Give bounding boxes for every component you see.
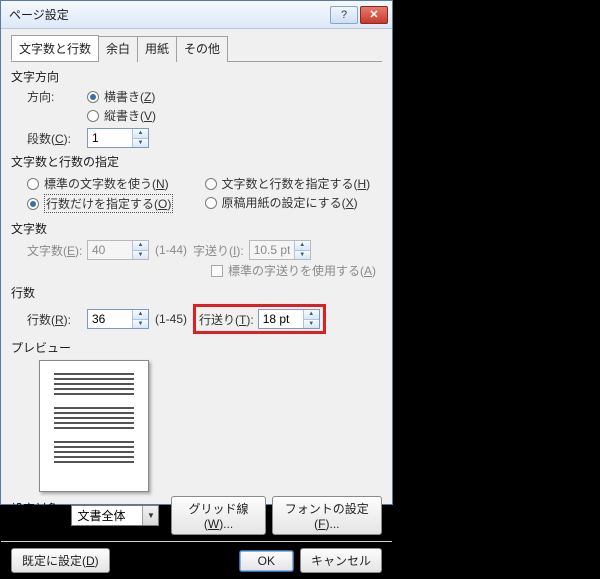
- spin-down-icon: ▼: [133, 139, 148, 148]
- chars-range: (1-44): [155, 243, 187, 257]
- set-default-button[interactable]: 既定に設定(D): [11, 548, 110, 573]
- section-preview: プレビュー: [11, 339, 382, 356]
- char-pitch-label: 字送り(I):: [193, 242, 244, 259]
- line-pitch-label: 行送り(T):: [199, 311, 254, 328]
- lines-label: 行数(R):: [27, 311, 87, 328]
- tab-bar: 文字数と行数 余白 用紙 その他: [11, 35, 382, 62]
- radio-chars-lines-label: 文字数と行数を指定する(H): [222, 175, 371, 192]
- cancel-button[interactable]: キャンセル: [300, 548, 382, 573]
- radio-standard-label: 標準の文字数を使う(N): [44, 175, 169, 192]
- chars-input: [88, 241, 132, 259]
- chars-label: 文字数(E):: [27, 242, 87, 259]
- apply-to-value[interactable]: [72, 509, 142, 523]
- direction-label: 方向:: [27, 88, 87, 105]
- check-standard-pitch: [211, 265, 223, 277]
- section-spec: 文字数と行数の指定: [11, 153, 382, 170]
- line-pitch-highlight: 行送り(T): ▲▼: [193, 304, 326, 334]
- radio-genko[interactable]: [205, 197, 217, 209]
- tab-paper[interactable]: 用紙: [137, 36, 177, 62]
- check-standard-pitch-label: 標準の字送りを使用する(A): [228, 262, 376, 279]
- section-direction: 文字方向: [11, 68, 382, 85]
- page-setup-dialog: ページ設定 ? ✕ 文字数と行数 余白 用紙 その他 文字方向 方向: 横書き(…: [0, 0, 393, 505]
- dialog-title: ページ設定: [9, 6, 328, 23]
- lines-input[interactable]: [88, 310, 132, 328]
- radio-lines-only[interactable]: [27, 198, 39, 210]
- radio-horizontal[interactable]: [87, 91, 99, 103]
- radio-horizontal-label: 横書き(Z): [104, 88, 155, 105]
- columns-spinner[interactable]: ▲▼: [87, 128, 149, 148]
- char-pitch-input: [250, 241, 294, 259]
- radio-genko-label: 原稿用紙の設定にする(X): [222, 194, 358, 211]
- columns-label: 段数(C):: [27, 130, 87, 147]
- radio-chars-lines[interactable]: [205, 178, 217, 190]
- radio-vertical-label: 縦書き(V): [104, 107, 156, 124]
- ok-button[interactable]: OK: [239, 550, 294, 572]
- dropdown-icon[interactable]: ▼: [142, 506, 158, 525]
- apply-to-label: 設定対象(Y):: [11, 500, 65, 531]
- radio-vertical[interactable]: [87, 110, 99, 122]
- radio-lines-only-label: 行数だけを指定する(O): [44, 194, 173, 213]
- apply-to-select[interactable]: ▼: [71, 505, 159, 526]
- spin-up-icon: ▲: [133, 129, 148, 139]
- line-pitch-input[interactable]: [259, 310, 303, 328]
- tab-margins[interactable]: 余白: [98, 36, 138, 62]
- lines-spinner[interactable]: ▲▼: [87, 309, 149, 329]
- title-bar: ページ設定 ? ✕: [1, 1, 392, 29]
- chars-spinner: ▲▼: [87, 240, 149, 260]
- section-lines: 行数: [11, 284, 382, 301]
- tab-other[interactable]: その他: [176, 36, 228, 62]
- close-button[interactable]: ✕: [360, 6, 388, 24]
- columns-input[interactable]: [88, 129, 132, 147]
- lines-range: (1-45): [155, 312, 187, 326]
- grid-lines-button[interactable]: グリッド線(W)...: [171, 496, 265, 535]
- char-pitch-spinner: ▲▼: [249, 240, 311, 260]
- font-settings-button[interactable]: フォントの設定(F)...: [272, 496, 382, 535]
- radio-standard[interactable]: [27, 178, 39, 190]
- tab-chars-lines[interactable]: 文字数と行数: [11, 35, 99, 61]
- separator: [1, 541, 392, 542]
- line-pitch-spinner[interactable]: ▲▼: [258, 309, 320, 329]
- help-button[interactable]: ?: [330, 6, 358, 24]
- section-chars: 文字数: [11, 220, 382, 237]
- preview-canvas: [39, 360, 149, 492]
